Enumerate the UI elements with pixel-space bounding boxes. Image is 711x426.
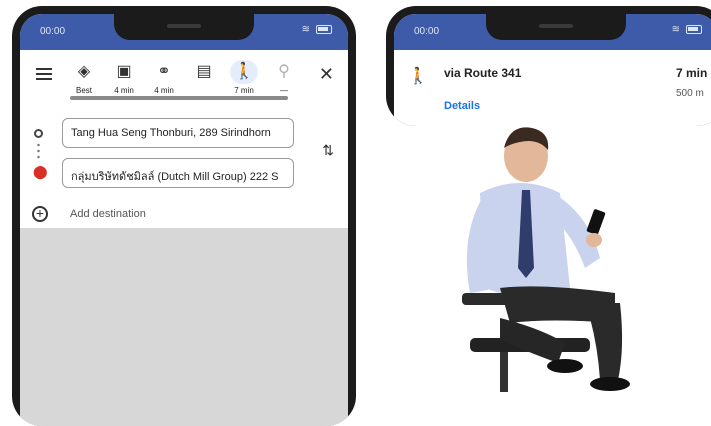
man-with-phone-image (462, 127, 630, 392)
route-via: via Route 341 (444, 66, 522, 80)
phone-frame-left: 00:00 ≋ ◈ Best ▣ 4 min ⚭ 4 min ▤ 🚶 7 min… (12, 6, 356, 426)
phone-notch (114, 14, 254, 40)
swap-icon[interactable]: ⇅ (322, 142, 334, 159)
pin-icon: ⬤ (33, 164, 48, 179)
phone-screen-right: 00:00 ≋ 🚶 via Route 341 7 min 500 m Deta… (394, 14, 711, 126)
best-route-icon: ◈ (77, 63, 91, 80)
status-time: 00:00 (414, 26, 440, 37)
mode-bike[interactable]: ⚲ — (264, 60, 304, 95)
car-icon: ▣ (116, 63, 132, 80)
mode-walk[interactable]: 🚶 7 min (224, 60, 264, 95)
origin-dot-icon (34, 129, 43, 138)
add-destination-label[interactable]: Add destination (70, 208, 146, 220)
mode-motorcycle[interactable]: ⚭ 4 min (144, 60, 184, 95)
map-area[interactable] (20, 228, 348, 426)
route-duration: 7 min (676, 66, 708, 80)
destination-input[interactable]: กลุ่มบริษัทดัชมิลล์ (Dutch Mill Group) 2… (62, 158, 294, 188)
status-time: 00:00 (40, 26, 66, 37)
bike-icon: ⚲ (278, 63, 290, 80)
route-option-row[interactable]: 🚶 via Route 341 7 min 500 m Details (394, 50, 711, 120)
wifi-icon: ≋ (671, 24, 680, 35)
route-distance: 500 m (676, 88, 704, 99)
mode-best[interactable]: ◈ Best (64, 60, 104, 95)
close-icon[interactable]: ✕ (319, 64, 334, 85)
phone-screen-left: 00:00 ≋ ◈ Best ▣ 4 min ⚭ 4 min ▤ 🚶 7 min… (20, 14, 348, 426)
battery-icon (686, 25, 702, 34)
walk-icon: 🚶 (408, 68, 428, 85)
motorcycle-icon: ⚭ (157, 63, 171, 80)
walk-icon: 🚶 (230, 60, 258, 84)
mode-drive[interactable]: ▣ 4 min (104, 60, 144, 95)
phone-notch (486, 14, 626, 40)
mode-indicator-track (70, 96, 288, 100)
origin-input[interactable]: Tang Hua Seng Thonburi, 289 Sirindhorn (62, 118, 294, 148)
transit-icon: ▤ (196, 63, 212, 80)
route-inputs: Tang Hua Seng Thonburi, 289 Sirindhorn ⬤… (20, 110, 348, 240)
status-bar: 00:00 ≋ (394, 14, 711, 50)
details-link[interactable]: Details (444, 100, 480, 112)
wifi-icon: ≋ (301, 24, 310, 35)
add-icon[interactable]: + (32, 206, 48, 222)
battery-icon (316, 25, 332, 34)
menu-icon[interactable] (36, 68, 52, 80)
mode-transit[interactable]: ▤ (184, 60, 224, 86)
travel-mode-bar: ◈ Best ▣ 4 min ⚭ 4 min ▤ 🚶 7 min ⚲ — ✕ (20, 50, 348, 110)
phone-frame-right: 00:00 ≋ 🚶 via Route 341 7 min 500 m Deta… (386, 6, 711, 126)
status-bar: 00:00 ≋ (20, 14, 348, 50)
route-dots-icon (37, 142, 40, 162)
